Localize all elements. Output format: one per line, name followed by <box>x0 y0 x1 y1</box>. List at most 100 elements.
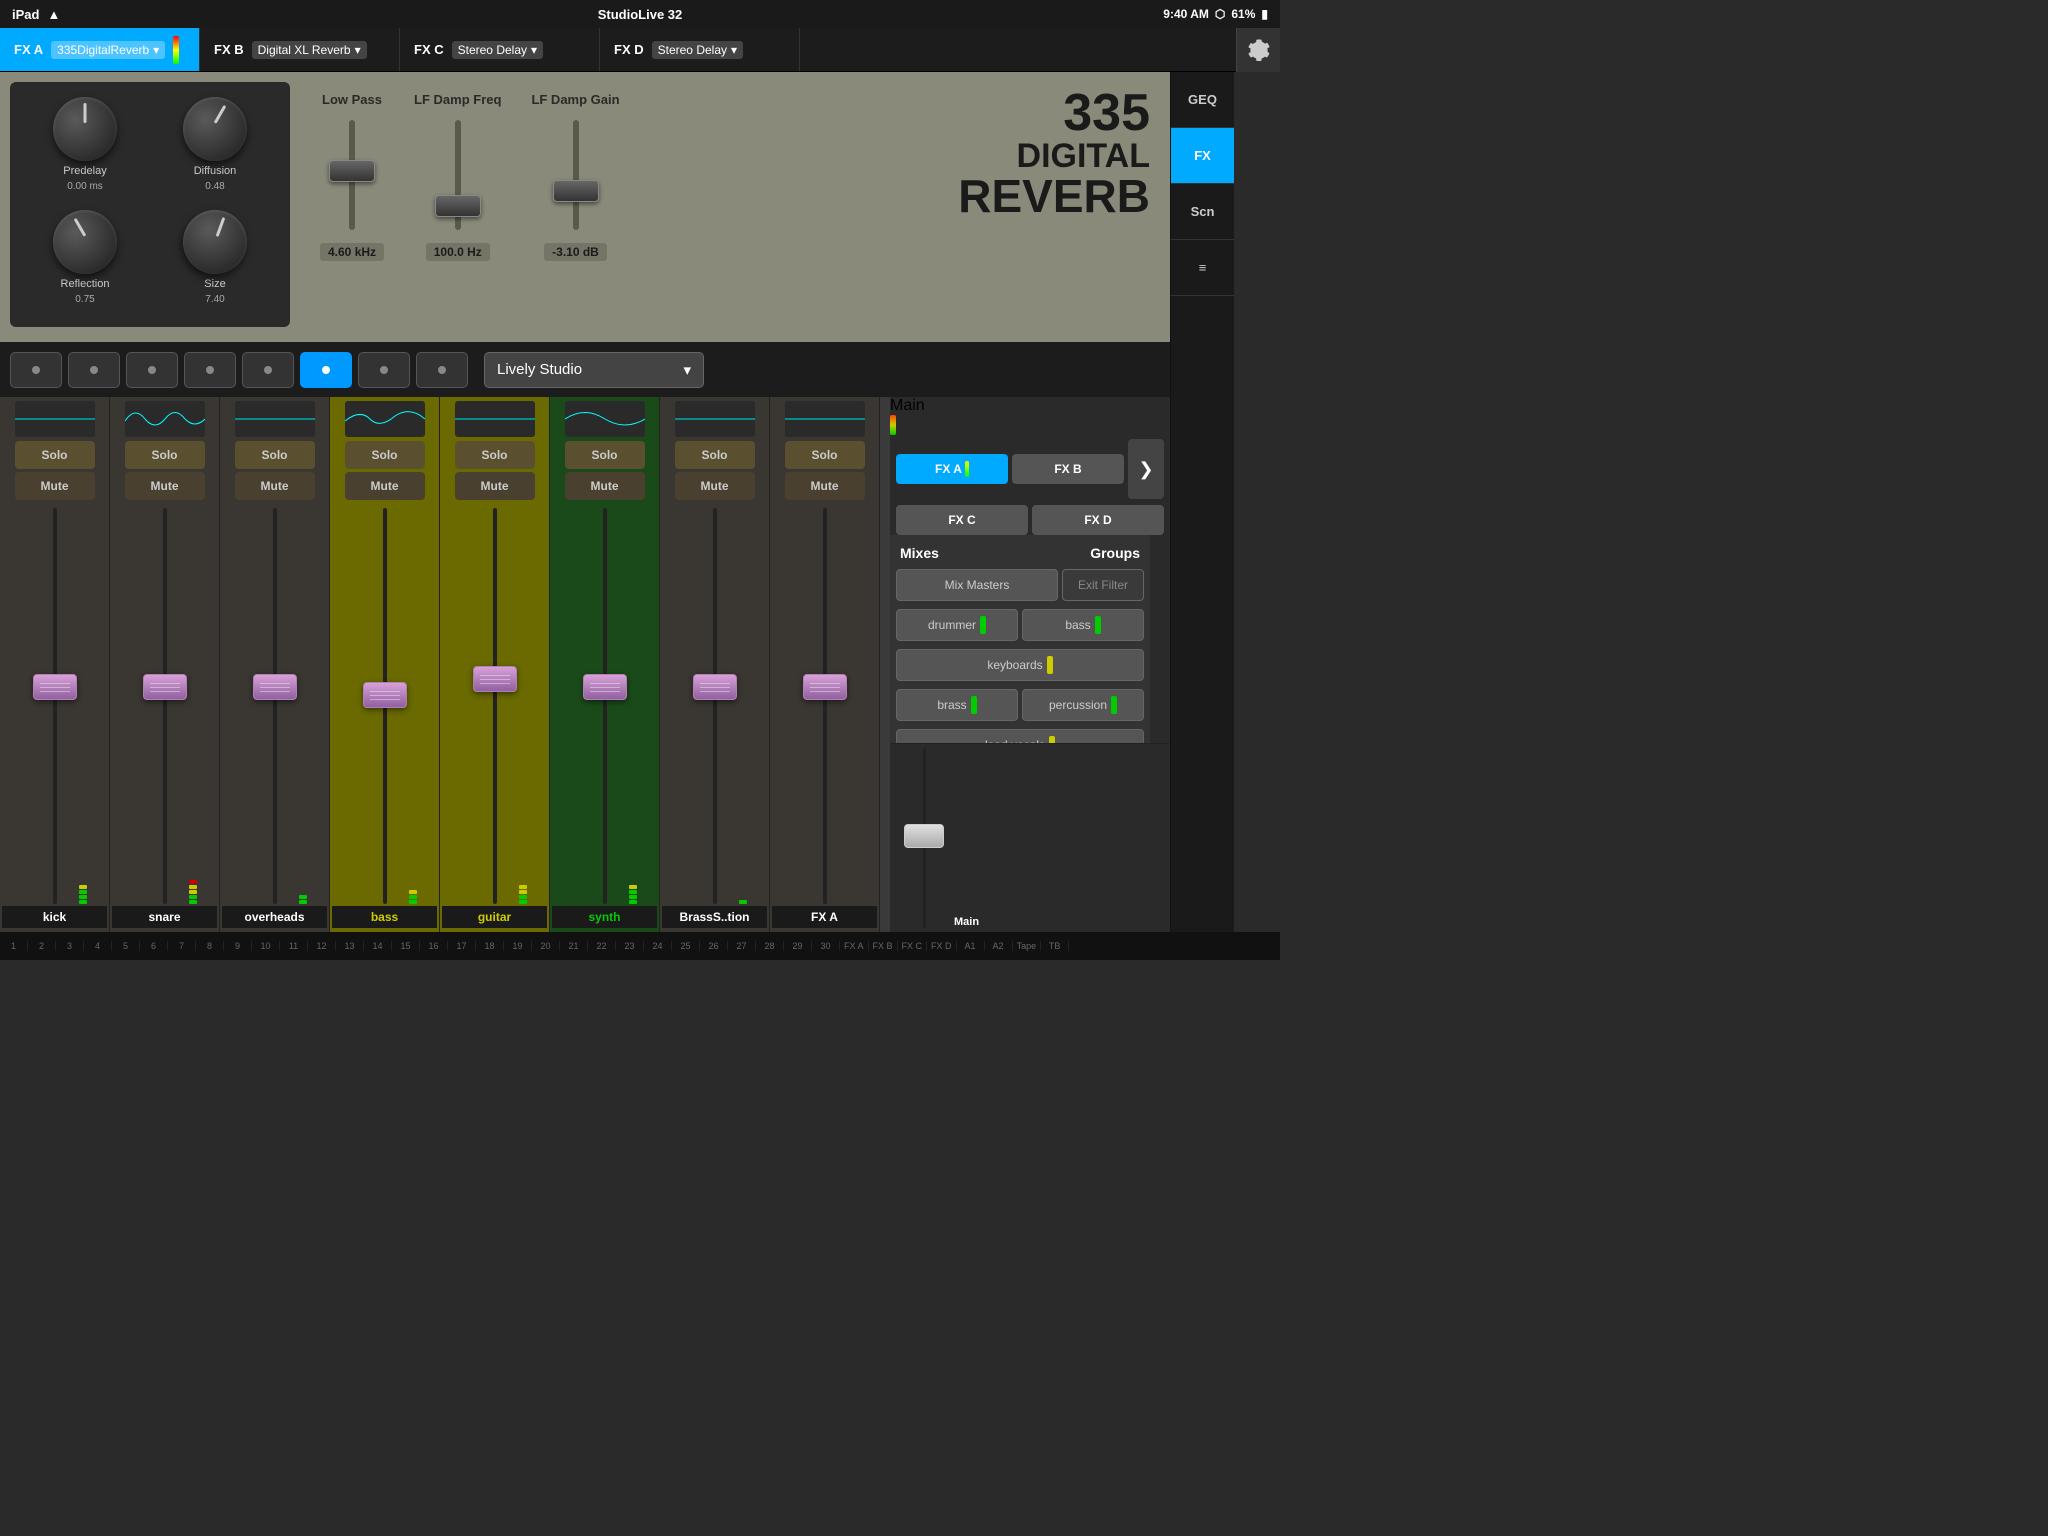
kick-solo-btn[interactable]: Solo <box>15 441 95 469</box>
low-pass-value: 4.60 kHz <box>320 243 384 261</box>
bass-fader-handle[interactable] <box>363 682 407 708</box>
preset-3-dot <box>148 366 156 374</box>
snare-mute-btn[interactable]: Mute <box>125 472 205 500</box>
preset-5[interactable] <box>242 352 294 388</box>
mixes-panel: Mixes Groups Mix Masters Exit Filter <box>890 535 1150 743</box>
overheads-solo-btn[interactable]: Solo <box>235 441 315 469</box>
mixes-tab[interactable]: Mixes <box>900 545 939 561</box>
bass-channel-name: bass <box>332 906 437 928</box>
keyboards-btn[interactable]: keyboards <box>896 649 1144 681</box>
lf-damp-freq-thumb[interactable] <box>435 195 481 217</box>
synth-mute-btn[interactable]: Mute <box>565 472 645 500</box>
snare-solo-btn[interactable]: Solo <box>125 441 205 469</box>
menu-btn[interactable]: ≡ <box>1171 240 1234 296</box>
fxa-fader-track <box>823 508 827 904</box>
fx-btn[interactable]: FX <box>1171 128 1234 184</box>
fxd-mix-btn[interactable]: FX D <box>1032 505 1164 535</box>
brass-mute-btn[interactable]: Mute <box>675 472 755 500</box>
kick-fader-handle[interactable] <box>33 674 77 700</box>
predelay-knob[interactable] <box>53 97 117 161</box>
brass-fader-handle[interactable] <box>693 674 737 700</box>
synth-solo-btn[interactable]: Solo <box>565 441 645 469</box>
preset-3[interactable] <box>126 352 178 388</box>
guitar-channel-name: guitar <box>442 906 547 928</box>
synth-fader-handle[interactable] <box>583 674 627 700</box>
lead-vocals-row: lead vocals <box>896 729 1144 743</box>
reflection-knob-group: Reflection 0.75 <box>25 210 145 313</box>
lf-damp-freq-value: 100.0 Hz <box>426 243 490 261</box>
brass-solo-btn[interactable]: Solo <box>675 441 755 469</box>
snare-fader-handle[interactable] <box>143 674 187 700</box>
overheads-fader-handle[interactable] <box>253 674 297 700</box>
ch-num-4: 4 <box>84 941 112 951</box>
brass-fader-track <box>713 508 717 904</box>
fxa-solo-btn[interactable]: Solo <box>785 441 865 469</box>
knob-controls: Predelay 0.00 ms Diffusion 0.48 Reflecti… <box>10 82 290 327</box>
drummer-btn[interactable]: drummer <box>896 609 1018 641</box>
fx-tab-c[interactable]: FX C Stereo Delay ▾ <box>400 28 600 71</box>
fxa-mute-btn[interactable]: Mute <box>785 472 865 500</box>
bass-indicator <box>1095 616 1101 634</box>
fx-tab-a[interactable]: FX A 335DigitalReverb ▾ <box>0 28 200 71</box>
synth-fader-track <box>603 508 607 904</box>
geq-btn[interactable]: GEQ <box>1171 72 1234 128</box>
guitar-mute-btn[interactable]: Mute <box>455 472 535 500</box>
gear-button[interactable] <box>1236 28 1280 72</box>
mixer-section: Solo Mute <box>0 397 1170 932</box>
low-pass-thumb[interactable] <box>329 160 375 182</box>
ch-num-18: 18 <box>476 941 504 951</box>
guitar-fader-handle[interactable] <box>473 666 517 692</box>
ch-num-6: 6 <box>140 941 168 951</box>
reflection-knob[interactable] <box>53 210 117 274</box>
ch-num-15: 15 <box>392 941 420 951</box>
lf-damp-gain-label: LF Damp Gain <box>531 92 619 107</box>
bass-solo-btn[interactable]: Solo <box>345 441 425 469</box>
fx-tab-d[interactable]: FX D Stereo Delay ▾ <box>600 28 800 71</box>
lead-vocals-btn[interactable]: lead vocals <box>896 729 1144 743</box>
mix-masters-btn[interactable]: Mix Masters <box>896 569 1058 601</box>
ch-fxb-num: FX B <box>869 941 898 951</box>
fx-a-level-bar <box>173 36 179 64</box>
preset-dropdown[interactable]: Lively Studio ▾ <box>484 352 704 388</box>
groups-tab[interactable]: Groups <box>1090 545 1140 561</box>
preset-4[interactable] <box>184 352 236 388</box>
channel-synth: Solo Mute <box>550 397 660 932</box>
lf-damp-gain-group: LF Damp Gain -3.10 dB <box>531 92 619 261</box>
preset-7[interactable] <box>358 352 410 388</box>
ch-num-19: 19 <box>504 941 532 951</box>
ch-num-8: 8 <box>196 941 224 951</box>
nav-arrow-btn[interactable]: ❯ <box>1128 439 1164 499</box>
preset-1[interactable] <box>10 352 62 388</box>
fx-d-label: FX D <box>614 42 644 57</box>
preset-8[interactable] <box>416 352 468 388</box>
fx-tab-b[interactable]: FX B Digital XL Reverb ▾ <box>200 28 400 71</box>
status-bar: iPad ▲ StudioLive 32 9:40 AM ⬡ 61% ▮ <box>0 0 1280 28</box>
diffusion-knob-group: Diffusion 0.48 <box>155 97 275 200</box>
brass-mix-btn[interactable]: brass <box>896 689 1018 721</box>
overheads-mute-btn[interactable]: Mute <box>235 472 315 500</box>
exit-filter-btn[interactable]: Exit Filter <box>1062 569 1144 601</box>
main-fader-handle[interactable] <box>904 824 944 848</box>
ch-num-14: 14 <box>364 941 392 951</box>
fx-b-label: FX B <box>214 42 244 57</box>
drummer-bass-row: drummer bass <box>896 609 1144 641</box>
fxb-mix-btn[interactable]: FX B <box>1012 454 1124 484</box>
bass-mute-btn[interactable]: Mute <box>345 472 425 500</box>
preset-2[interactable] <box>68 352 120 388</box>
fxc-mix-btn[interactable]: FX C <box>896 505 1028 535</box>
lf-damp-gain-thumb[interactable] <box>553 180 599 202</box>
fxa-fader-handle[interactable] <box>803 674 847 700</box>
bass-mix-btn[interactable]: bass <box>1022 609 1144 641</box>
preset-6[interactable] <box>300 352 352 388</box>
guitar-solo-btn[interactable]: Solo <box>455 441 535 469</box>
scn-btn[interactable]: Scn <box>1171 184 1234 240</box>
kick-mute-btn[interactable]: Mute <box>15 472 95 500</box>
size-knob[interactable] <box>174 200 256 282</box>
reverb-number: 335 <box>958 87 1150 139</box>
percussion-btn[interactable]: percussion <box>1022 689 1144 721</box>
kick-fader-track <box>53 508 57 904</box>
fxa-mix-btn[interactable]: FX A <box>896 454 1008 484</box>
synth-channel-name: synth <box>552 906 657 928</box>
kick-fader-line-2 <box>40 687 70 688</box>
diffusion-knob[interactable] <box>183 97 247 161</box>
